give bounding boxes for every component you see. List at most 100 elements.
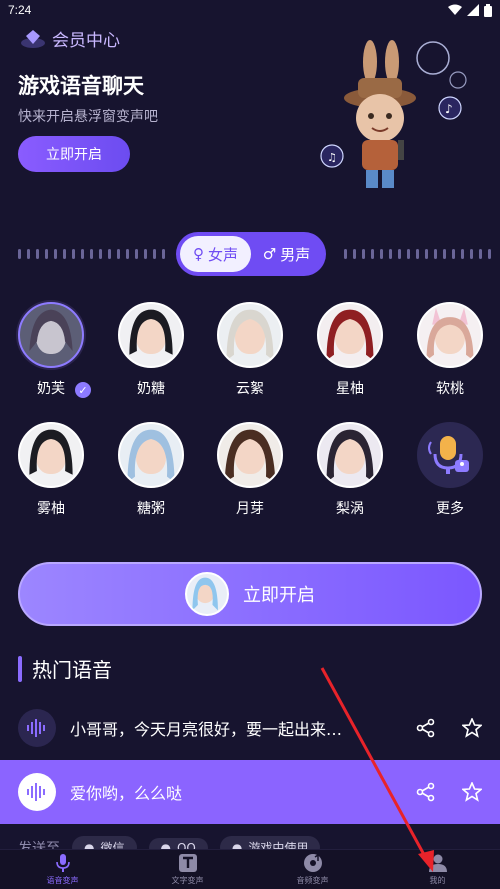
vip-diamond-icon — [21, 29, 45, 48]
wave-bar — [461, 249, 464, 259]
voice-avatar — [118, 422, 184, 488]
gender-female-option[interactable]: ♀ 女声 — [180, 236, 251, 272]
wave-bar — [389, 249, 392, 259]
voice-avatar — [217, 422, 283, 488]
wave-bar — [416, 249, 419, 259]
voice-avatar — [217, 302, 283, 368]
wave-bar — [452, 249, 455, 259]
wave-bar — [27, 249, 30, 259]
voice-option[interactable]: 梨涡 — [310, 422, 390, 518]
voice-option[interactable]: ✓ 奶芙 — [11, 302, 93, 400]
wave-bar — [380, 249, 383, 259]
signal-icon — [467, 4, 479, 16]
nav-profile[interactable]: 我的 — [393, 853, 483, 886]
wave-bar — [371, 249, 374, 259]
hero-open-button[interactable]: 立即开启 — [18, 136, 130, 172]
svg-text:♪: ♪ — [445, 102, 453, 116]
nav-label: 文字变声 — [171, 876, 204, 885]
status-icons — [448, 3, 492, 17]
wave-bar — [353, 249, 356, 259]
gender-female-label: 女声 — [207, 245, 238, 264]
hot-voice-row[interactable]: 小哥哥，今天月亮很好，要一起出来… — [0, 696, 500, 760]
gender-male-label: 男声 — [280, 245, 311, 264]
wave-bar — [72, 249, 75, 259]
wave-bar — [153, 249, 156, 259]
svg-text:♫: ♫ — [327, 151, 337, 164]
voice-name: 梨涡 — [336, 501, 364, 517]
wave-bar — [99, 249, 102, 259]
voice-wave-icon[interactable] — [18, 773, 56, 811]
nav-label: 语音变声 — [46, 876, 79, 885]
male-symbol-icon: ♂ — [262, 245, 277, 263]
voice-name: 软桃 — [436, 381, 464, 397]
wave-bar — [344, 249, 347, 259]
microphone-icon — [428, 436, 469, 474]
voice-name: 糖粥 — [137, 501, 165, 517]
voice-avatar — [317, 302, 383, 368]
voice-option[interactable]: 云絮 — [210, 302, 290, 398]
wave-bar — [398, 249, 401, 259]
voice-avatar — [18, 422, 84, 488]
wave-bar — [54, 249, 57, 259]
wave-bar — [479, 249, 482, 259]
voice-wave-icon[interactable] — [18, 709, 56, 747]
wave-decoration-right — [344, 248, 491, 260]
voice-option[interactable]: 软桃 — [410, 302, 490, 398]
voice-option[interactable]: 星柚 — [310, 302, 390, 398]
voice-avatar — [18, 302, 84, 368]
wave-bar — [162, 249, 165, 259]
wave-bar — [407, 249, 410, 259]
wave-bar — [18, 249, 21, 259]
nav-label: 我的 — [429, 876, 446, 885]
bottom-navigation: 语音变声 文字变声 音频变声 我的 — [0, 849, 500, 889]
voice-avatar — [118, 302, 184, 368]
voice-option[interactable]: 奶糖 — [111, 302, 191, 398]
voice-name: 云絮 — [236, 381, 264, 397]
voice-avatar — [417, 302, 483, 368]
gender-toggle[interactable]: ♀ 女声 ♂ 男声 — [176, 232, 326, 276]
gender-male-option[interactable]: ♂ 男声 — [251, 236, 322, 272]
mascot-illustration: ♪ ♫ — [320, 40, 467, 188]
voice-option[interactable]: 糖粥 — [111, 422, 191, 518]
wifi-icon — [448, 4, 462, 15]
nav-voice-change[interactable]: 语音变声 — [18, 853, 108, 886]
voice-name: 更多 — [436, 501, 464, 517]
more-voices-avatar — [417, 422, 483, 488]
star-icon[interactable] — [462, 782, 482, 802]
star-icon[interactable] — [462, 718, 482, 738]
microphone-nav-icon — [55, 854, 70, 872]
share-icon[interactable] — [416, 718, 436, 738]
hot-voice-text: 爱你哟，么么哒 — [70, 784, 183, 803]
member-center-label: 会员中心 — [52, 31, 120, 51]
more-voices-option[interactable]: 更多 — [410, 422, 490, 518]
voice-name: 奶糖 — [137, 381, 165, 397]
voice-name: 月芽 — [236, 501, 264, 517]
status-bar: 7:24 — [0, 0, 500, 20]
nav-text-voice[interactable]: 文字变声 — [143, 853, 233, 886]
wave-bar — [45, 249, 48, 259]
share-icon[interactable] — [416, 782, 436, 802]
nav-audio-voice[interactable]: 音频变声 — [268, 853, 358, 886]
wave-bar — [443, 249, 446, 259]
nav-label: 音频变声 — [296, 876, 329, 885]
hot-voice-actions — [416, 782, 482, 802]
wave-bar — [117, 249, 120, 259]
wave-decoration-left — [18, 248, 165, 260]
hot-voice-row[interactable]: 爱你哟，么么哒 — [0, 760, 500, 824]
hero-subtitle: 快来开启悬浮窗变声吧 — [18, 109, 158, 125]
disc-nav-icon — [303, 853, 322, 872]
wave-bar — [81, 249, 84, 259]
start-voice-change-button[interactable]: 立即开启 — [18, 562, 482, 626]
member-center-link[interactable]: 会员中心 — [20, 26, 120, 51]
female-symbol-icon: ♀ — [192, 245, 204, 263]
voice-option[interactable]: 月芽 — [210, 422, 290, 518]
voice-option[interactable]: 雾柚 — [11, 422, 91, 518]
battery-icon — [484, 3, 492, 17]
wave-bar — [144, 249, 147, 259]
wave-bar — [63, 249, 66, 259]
hot-voice-actions — [416, 718, 482, 738]
voice-avatar — [317, 422, 383, 488]
hot-voices-header: 热门语音 — [18, 654, 112, 683]
wave-bar — [90, 249, 93, 259]
start-label: 立即开启 — [243, 585, 315, 606]
